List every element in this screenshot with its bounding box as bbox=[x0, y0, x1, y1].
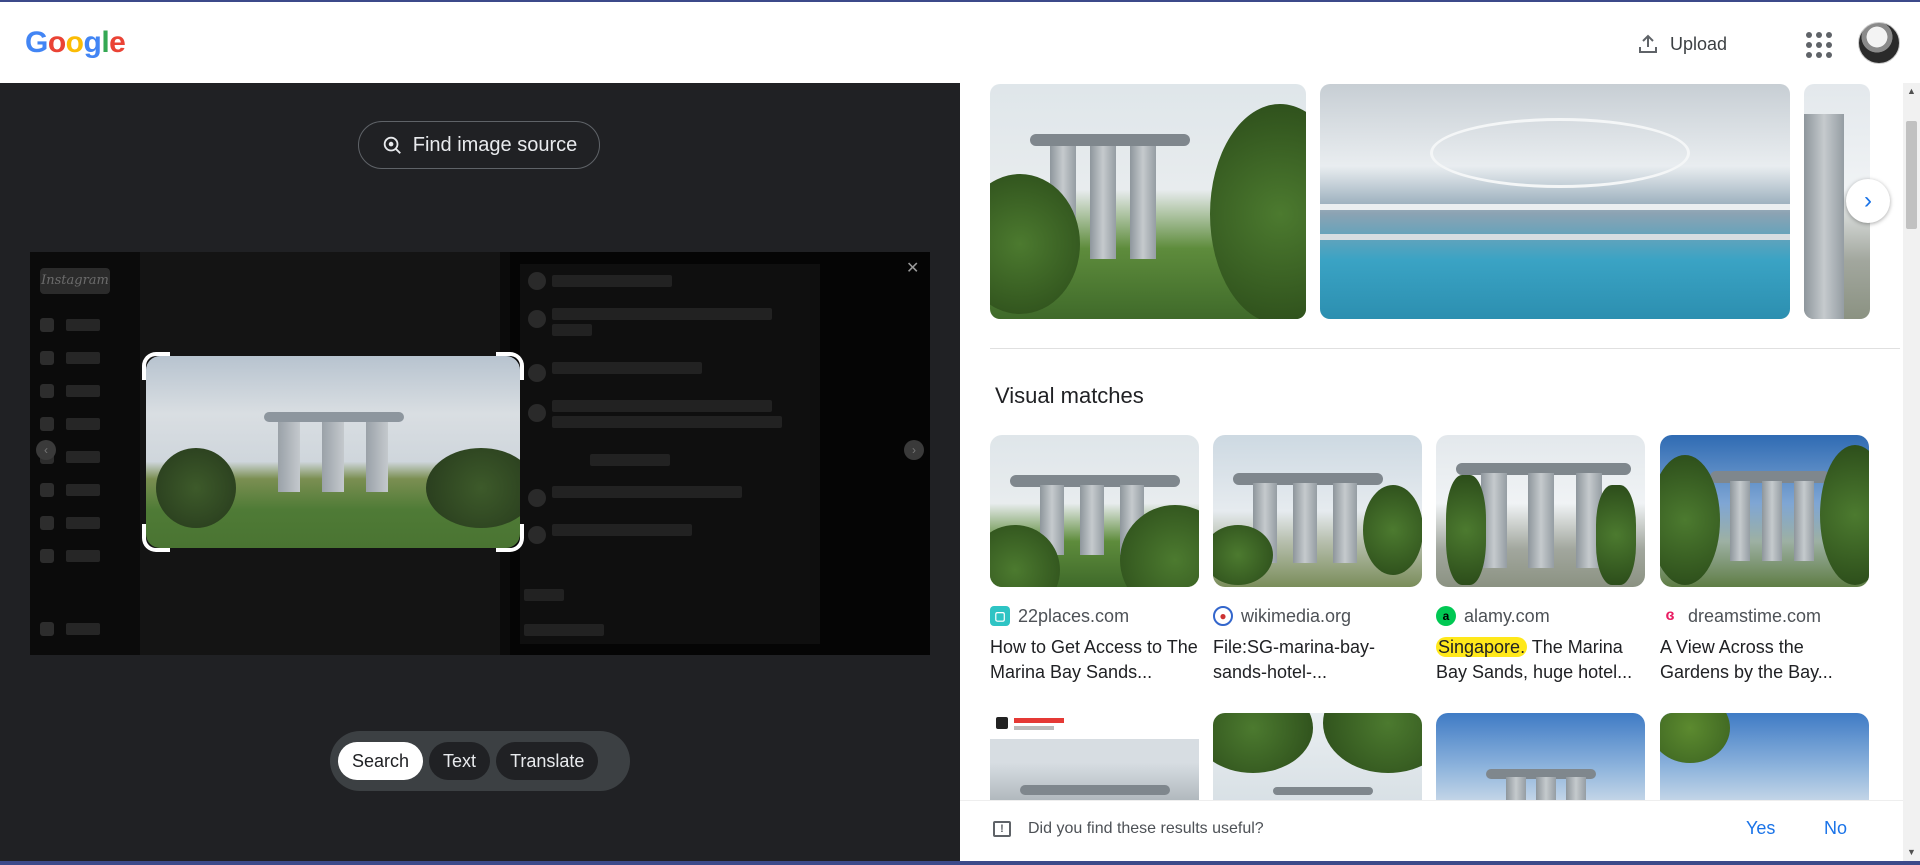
chevron-right-icon: › bbox=[1864, 187, 1872, 214]
logo-letter-l: l bbox=[101, 26, 110, 59]
wikimedia-icon: ● bbox=[1213, 606, 1233, 626]
screenshot-next-arrow: › bbox=[904, 440, 924, 460]
visual-match-card[interactable]: ● wikimedia.org File:SG-marina-bay-sands… bbox=[1213, 435, 1422, 685]
related-image-2[interactable] bbox=[1320, 84, 1790, 319]
find-image-source-label: Find image source bbox=[412, 133, 578, 156]
feedback-bar: ! Did you find these results useful? Yes… bbox=[960, 800, 1903, 861]
feedback-icon: ! bbox=[993, 821, 1011, 837]
upload-icon bbox=[1639, 34, 1657, 53]
scroll-down-arrow-icon[interactable]: ▼ bbox=[1903, 844, 1920, 861]
visual-match-thumbnail[interactable] bbox=[1660, 713, 1869, 803]
screenshot-close-icon: ✕ bbox=[906, 260, 920, 277]
header: Google Upload bbox=[0, 2, 1920, 83]
mode-translate-button[interactable]: Translate bbox=[496, 742, 599, 780]
related-image-1[interactable] bbox=[990, 84, 1306, 319]
visual-match-card[interactable]: a alamy.com Singapore. The Marina Bay Sa… bbox=[1436, 435, 1645, 685]
logo-letter-g: G bbox=[25, 26, 48, 59]
screenshot-comments bbox=[520, 264, 820, 644]
match-title-text: File:SG-marina-bay-sands-hotel-... bbox=[1213, 637, 1376, 682]
match-title-highlight: Singapore. bbox=[1436, 637, 1528, 657]
feedback-question: Did you find these results useful? bbox=[1028, 820, 1264, 837]
logo-letter-g2: g bbox=[83, 26, 102, 59]
feedback-yes-button[interactable]: Yes bbox=[1746, 818, 1775, 839]
match-title-text: A View Across the Gardens by the Bay... bbox=[1660, 637, 1833, 682]
apps-grid-icon[interactable] bbox=[1802, 28, 1832, 58]
results-panel: › Visual matches ▢ 22places.com How to G… bbox=[960, 83, 1903, 861]
match-thumbnail bbox=[1213, 435, 1422, 587]
lens-search-icon bbox=[383, 136, 401, 154]
section-divider bbox=[990, 348, 1900, 349]
logo-letter-e: e bbox=[109, 26, 126, 59]
logo-letter-o1: o bbox=[47, 26, 66, 59]
match-thumbnail bbox=[1660, 435, 1869, 587]
upload-label: Upload bbox=[1670, 33, 1728, 54]
match-title: Singapore. The Marina Bay Sands, huge ho… bbox=[1436, 635, 1645, 685]
visual-match-card[interactable]: ▢ 22places.com How to Get Access to The … bbox=[990, 435, 1199, 685]
22places-icon: ▢ bbox=[990, 606, 1010, 626]
visual-match-thumbnail[interactable] bbox=[990, 713, 1199, 803]
related-next-button[interactable]: › bbox=[1846, 179, 1890, 223]
crop-handle-bottom-right[interactable] bbox=[496, 524, 524, 552]
match-thumbnail bbox=[1436, 435, 1645, 587]
match-title: How to Get Access to The Marina Bay Sand… bbox=[990, 635, 1199, 685]
match-title: A View Across the Gardens by the Bay... bbox=[1660, 635, 1869, 685]
google-logo[interactable]: Google bbox=[25, 26, 126, 60]
dreamstime-icon: ɞ bbox=[1660, 606, 1680, 626]
match-title: File:SG-marina-bay-sands-hotel-... bbox=[1213, 635, 1422, 685]
match-title-text: How to Get Access to The Marina Bay Sand… bbox=[990, 637, 1198, 682]
alamy-icon: a bbox=[1436, 606, 1456, 626]
screenshot-logo: Instagram bbox=[40, 268, 110, 294]
account-avatar[interactable] bbox=[1858, 22, 1900, 64]
match-source: dreamstime.com bbox=[1688, 605, 1822, 626]
window-bottom-border bbox=[0, 861, 1920, 865]
crop-handle-top-right[interactable] bbox=[496, 352, 524, 380]
crop-handle-top-left[interactable] bbox=[142, 352, 170, 380]
scroll-up-arrow-icon[interactable]: ▲ bbox=[1903, 83, 1920, 100]
selected-crop-region[interactable] bbox=[146, 356, 520, 548]
image-preview-panel: Find image source Instagram ‹ › ✕ Search… bbox=[0, 83, 960, 861]
mode-search-button[interactable]: Search bbox=[338, 742, 424, 780]
match-source: 22places.com bbox=[1018, 605, 1130, 626]
upload-button[interactable]: Upload bbox=[1636, 24, 1727, 64]
screenshot-prev-arrow: ‹ bbox=[36, 440, 56, 460]
visual-match-thumbnail[interactable] bbox=[1213, 713, 1422, 803]
mode-selector: Search Text Translate bbox=[330, 731, 630, 791]
feedback-no-button[interactable]: No bbox=[1824, 818, 1847, 839]
match-thumbnail bbox=[990, 435, 1199, 587]
match-source: wikimedia.org bbox=[1241, 605, 1352, 626]
scrollbar-thumb[interactable] bbox=[1906, 121, 1917, 229]
mode-text-button[interactable]: Text bbox=[429, 742, 491, 780]
logo-letter-o2: o bbox=[65, 26, 84, 59]
match-source: alamy.com bbox=[1464, 605, 1550, 626]
crop-handle-bottom-left[interactable] bbox=[142, 524, 170, 552]
visual-match-thumbnail[interactable] bbox=[1436, 713, 1645, 803]
visual-matches-title: Visual matches bbox=[995, 383, 1144, 408]
find-image-source-button[interactable]: Find image source bbox=[358, 121, 600, 169]
visual-match-card[interactable]: ɞ dreamstime.com A View Across the Garde… bbox=[1660, 435, 1869, 685]
results-scrollbar[interactable]: ▲ ▼ bbox=[1903, 83, 1920, 861]
